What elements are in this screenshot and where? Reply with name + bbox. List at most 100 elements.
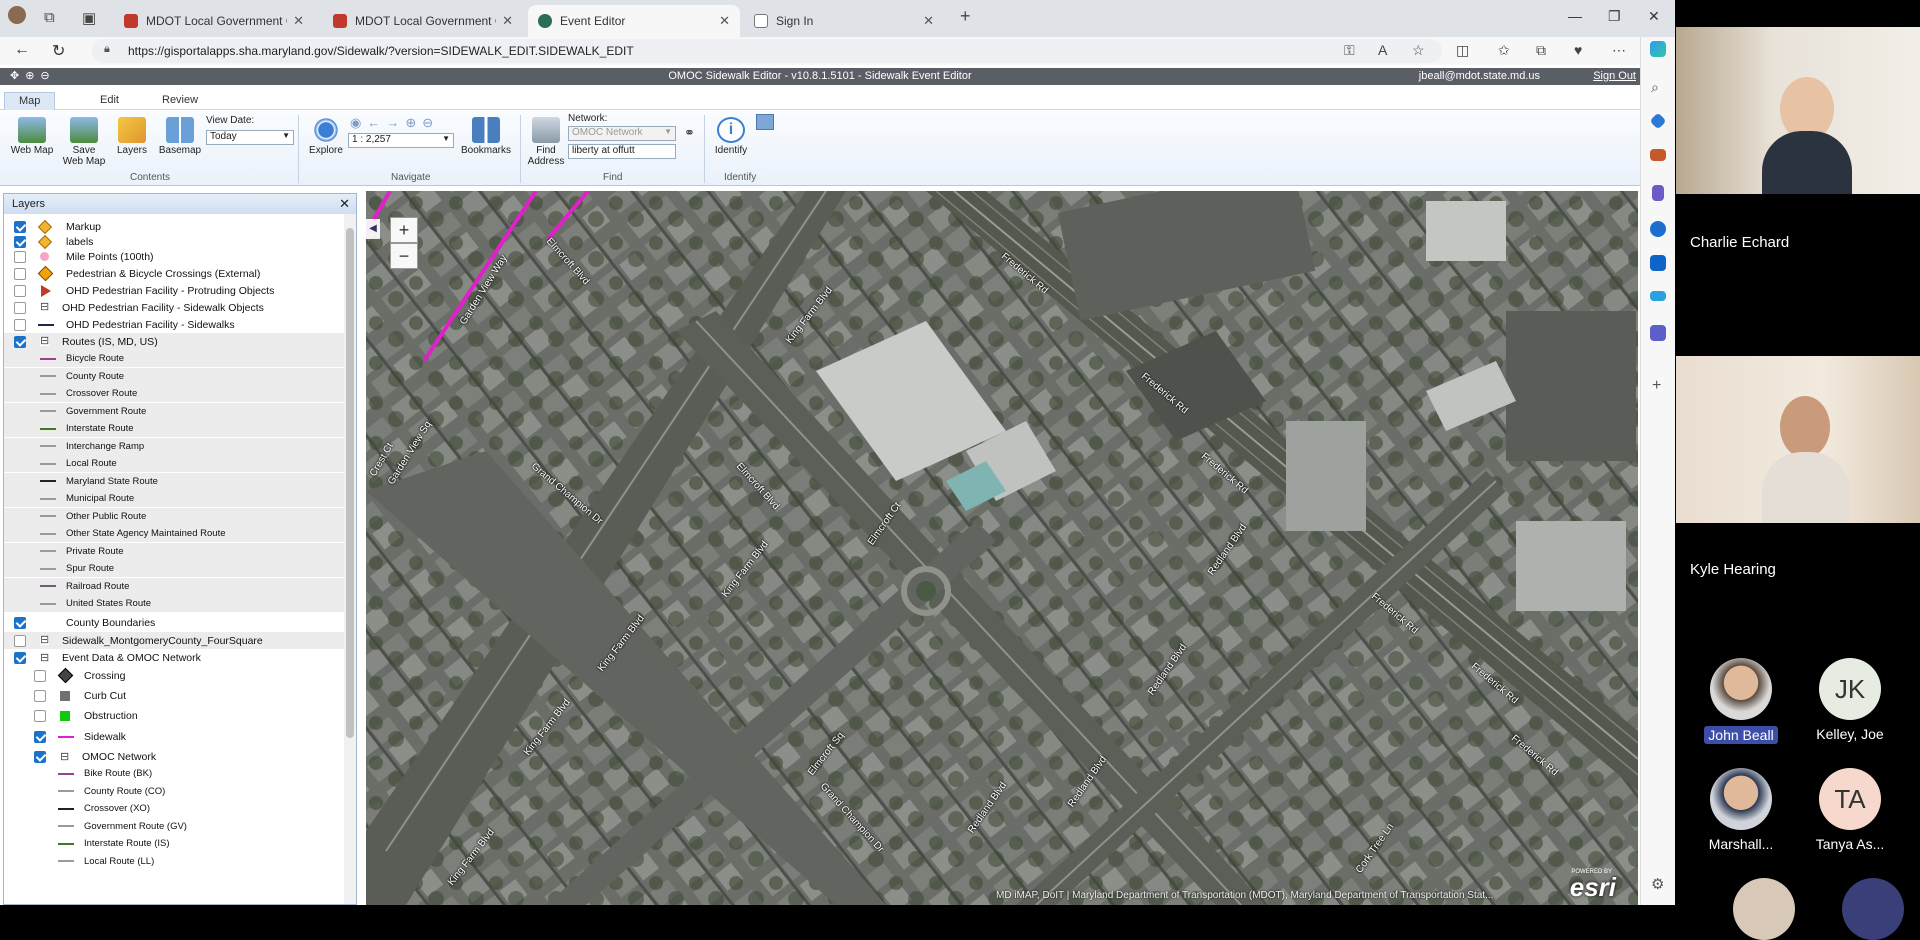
- layer-row[interactable]: Mile Points (100th): [4, 248, 344, 265]
- tab-event-editor[interactable]: Event Editor ✕: [528, 5, 740, 37]
- scrollbar-thumb[interactable]: [346, 228, 354, 738]
- close-tab-icon[interactable]: ✕: [502, 13, 513, 29]
- attendee-kelley-joe[interactable]: JK Kelley, Joe: [1810, 658, 1890, 744]
- tag-icon[interactable]: [1649, 112, 1667, 130]
- close-tab-icon[interactable]: ✕: [923, 13, 934, 29]
- basemap-button[interactable]: Basemap: [158, 117, 202, 156]
- close-tab-icon[interactable]: ✕: [719, 13, 730, 29]
- expand-collapse-icon[interactable]: ⊟: [40, 652, 49, 663]
- settings-gear-icon[interactable]: ⚙: [1651, 875, 1664, 893]
- bookmarks-button[interactable]: Bookmarks: [460, 117, 512, 156]
- profile-avatar[interactable]: [8, 6, 26, 24]
- event-layer-row[interactable]: Crossing: [4, 667, 344, 684]
- restore-icon[interactable]: ❐: [1608, 8, 1621, 25]
- split-screen-icon[interactable]: ◫: [1456, 42, 1469, 59]
- layer-checkbox[interactable]: [14, 617, 26, 629]
- teams-icon[interactable]: [1650, 325, 1666, 341]
- layer-checkbox[interactable]: [14, 301, 26, 314]
- office-icon[interactable]: [1650, 221, 1666, 237]
- tab-mdot-2[interactable]: MDOT Local Government Coordin ✕: [323, 5, 523, 37]
- favorite-star-icon[interactable]: ☆: [1412, 42, 1425, 59]
- close-tab-icon[interactable]: ✕: [293, 13, 304, 29]
- refresh-icon[interactable]: ↻: [52, 41, 65, 61]
- layer-checkbox[interactable]: [14, 652, 26, 664]
- binoculars-icon[interactable]: ⚭: [684, 125, 695, 141]
- event-layer-row[interactable]: Obstruction: [4, 708, 344, 725]
- tab-mdot-1[interactable]: MDOT Local Government Coordin ✕: [114, 5, 314, 37]
- layer-checkbox[interactable]: [34, 751, 46, 763]
- layer-row[interactable]: ⊟ Event Data & OMOC Network: [4, 650, 344, 667]
- identify-tool-icon[interactable]: [756, 114, 774, 130]
- explore-button[interactable]: Explore: [306, 117, 346, 156]
- layer-checkbox[interactable]: [14, 335, 26, 348]
- layer-checkbox[interactable]: [14, 220, 26, 233]
- tab-sign-in[interactable]: Sign In ✕: [744, 5, 944, 37]
- url-field[interactable]: 🔒︎ https://gisportalapps.sha.maryland.go…: [92, 39, 1442, 63]
- extension-icon[interactable]: ♥: [1574, 42, 1582, 58]
- navigation-icons[interactable]: ◉←→⊕⊖: [350, 115, 439, 131]
- identify-button[interactable]: i Identify: [710, 117, 752, 156]
- layer-checkbox[interactable]: [14, 267, 26, 280]
- find-input[interactable]: liberty at offutt: [568, 144, 676, 159]
- tab-edit[interactable]: Edit: [86, 92, 133, 110]
- save-web-map-button[interactable]: Save Web Map: [62, 117, 106, 167]
- expand-collapse-icon[interactable]: ⊟: [40, 635, 49, 646]
- search-icon[interactable]: ⌕: [1651, 79, 1659, 96]
- map-view[interactable]: Frederick Rd Frederick Rd Frederick Rd F…: [366, 191, 1638, 905]
- attendee-marshall[interactable]: Marshall...: [1701, 768, 1781, 854]
- read-aloud-icon[interactable]: A: [1378, 42, 1387, 58]
- layers-scrollbar[interactable]: [344, 214, 356, 904]
- view-date-select[interactable]: Today ▼: [206, 130, 294, 145]
- layer-row[interactable]: ⊟ Sidewalk_MontgomeryCounty_FourSquare: [4, 632, 344, 649]
- layers-button[interactable]: Layers: [114, 117, 150, 156]
- zoom-out-button[interactable]: −: [390, 243, 418, 269]
- layer-checkbox[interactable]: [34, 669, 46, 682]
- outlook-icon[interactable]: [1650, 255, 1666, 271]
- attendee-tanya[interactable]: TA Tanya As...: [1810, 768, 1890, 854]
- favorites-icon[interactable]: ✩: [1498, 42, 1510, 59]
- find-address-button[interactable]: Find Address: [526, 117, 566, 167]
- scale-select[interactable]: 1 : 2,257 ▼: [348, 133, 454, 148]
- collections-icon[interactable]: ⧉: [1536, 42, 1546, 59]
- event-layer-row[interactable]: ⊟ OMOC Network: [4, 749, 344, 766]
- close-window-icon[interactable]: ✕: [1648, 8, 1660, 25]
- layer-checkbox[interactable]: [34, 730, 46, 743]
- collapse-panel-arrow-icon[interactable]: ◀: [366, 219, 380, 239]
- tab-map[interactable]: Map: [4, 92, 56, 110]
- layer-checkbox[interactable]: [14, 250, 26, 263]
- tab-review[interactable]: Review: [148, 92, 212, 110]
- expand-collapse-icon[interactable]: ⊟: [40, 336, 49, 347]
- network-select[interactable]: OMOC Network ▼: [568, 126, 676, 141]
- layer-checkbox[interactable]: [34, 689, 46, 702]
- web-map-button[interactable]: Web Map: [10, 117, 54, 156]
- layer-checkbox[interactable]: [14, 634, 26, 647]
- expand-collapse-icon[interactable]: ⊟: [40, 302, 49, 313]
- back-arrow-icon[interactable]: ←: [14, 41, 30, 59]
- people-icon[interactable]: [1652, 185, 1664, 201]
- event-layer-row[interactable]: Curb Cut: [4, 687, 344, 704]
- layer-checkbox[interactable]: [14, 284, 26, 297]
- layer-row[interactable]: ⊟ OHD Pedestrian Facility - Sidewalk Obje…: [4, 299, 344, 316]
- layer-checkbox[interactable]: [14, 318, 26, 331]
- copilot-icon[interactable]: [1650, 41, 1666, 57]
- layer-checkbox[interactable]: [14, 235, 26, 248]
- add-sidebar-app-icon[interactable]: +: [1652, 377, 1661, 395]
- layer-checkbox[interactable]: [34, 710, 46, 722]
- layer-row[interactable]: ⊟ Routes (IS, MD, US): [4, 333, 344, 350]
- layer-row[interactable]: OHD Pedestrian Facility - Sidewalks: [4, 316, 344, 333]
- layer-row[interactable]: Pedestrian & Bicycle Crossings (External…: [4, 265, 344, 282]
- workspaces-icon[interactable]: ⧉: [44, 9, 55, 26]
- zoom-in-button[interactable]: +: [390, 217, 418, 243]
- sign-out-link[interactable]: Sign Out: [1593, 70, 1636, 82]
- event-layer-row[interactable]: Sidewalk: [4, 728, 344, 745]
- minimize-icon[interactable]: —: [1568, 8, 1582, 24]
- key-icon[interactable]: ⚿: [1344, 42, 1355, 59]
- tab-actions-icon[interactable]: ▣: [82, 9, 96, 27]
- send-icon[interactable]: [1650, 291, 1666, 301]
- expand-collapse-icon[interactable]: ⊟: [60, 751, 69, 762]
- toolbox-icon[interactable]: [1650, 149, 1666, 161]
- new-tab-button[interactable]: +: [960, 6, 971, 27]
- attendee-john-beall[interactable]: John Beall: [1701, 658, 1781, 745]
- more-menu-icon[interactable]: ⋯: [1612, 42, 1626, 59]
- layer-row[interactable]: County Boundaries: [4, 615, 344, 632]
